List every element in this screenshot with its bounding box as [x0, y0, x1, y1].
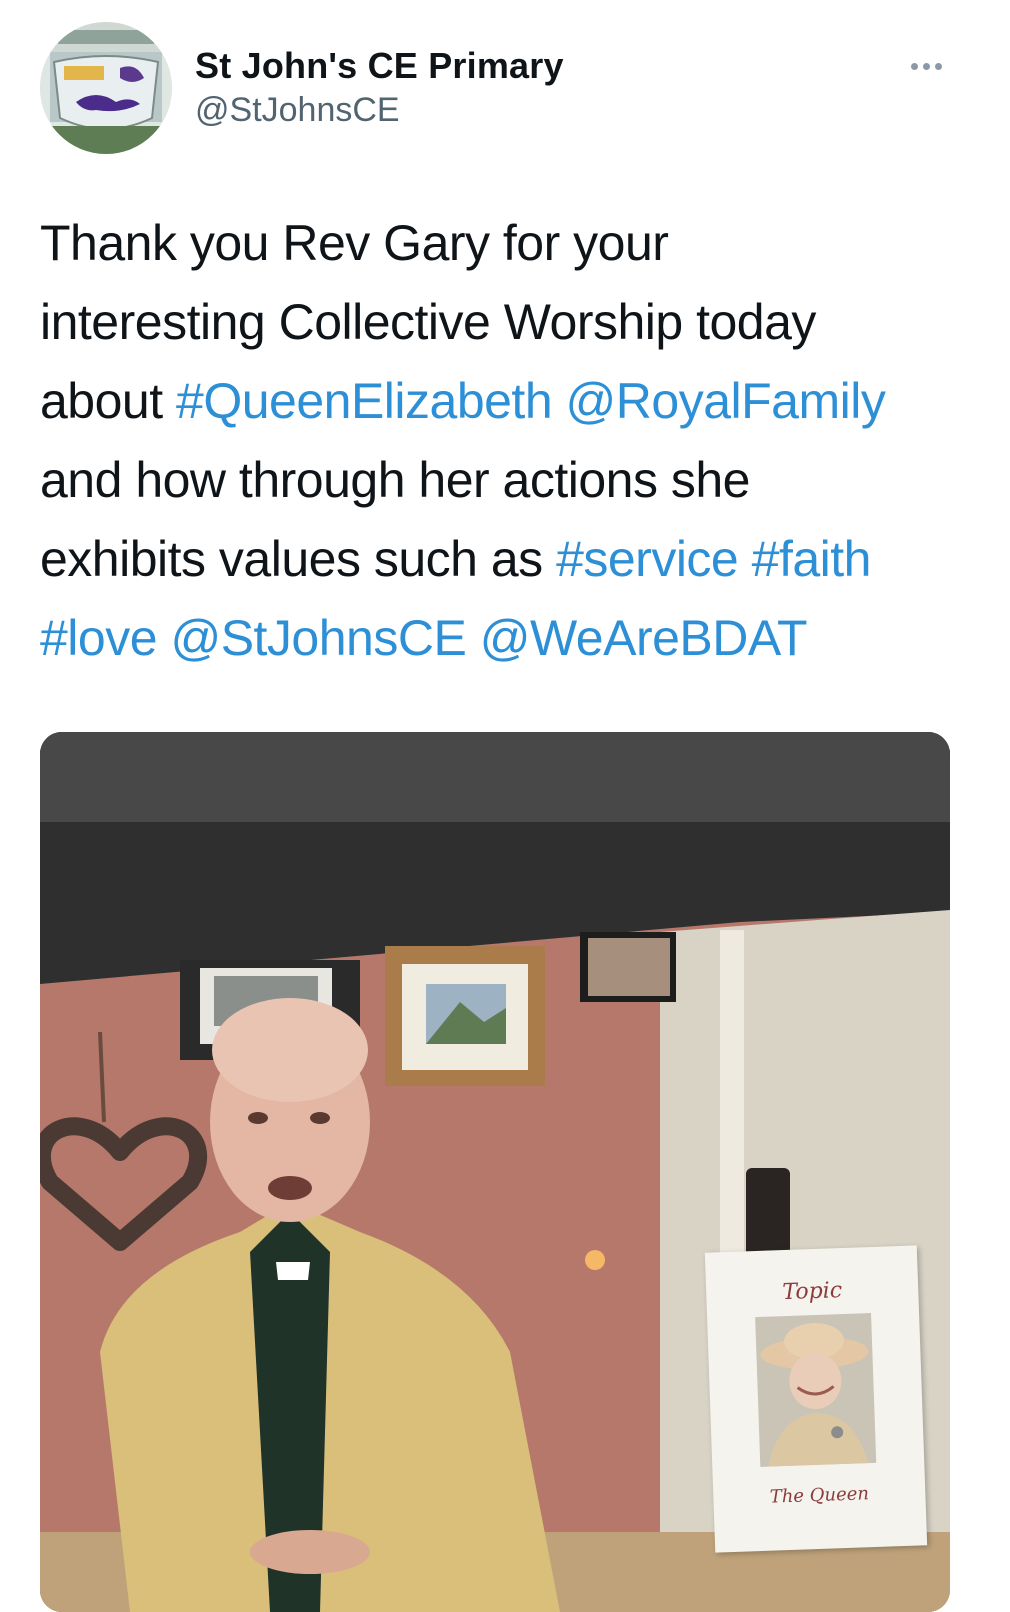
queen-portrait	[755, 1313, 877, 1467]
hashtag-link[interactable]: #faith	[752, 531, 872, 587]
author-block[interactable]: St John's CE Primary @StJohnsCE	[195, 44, 564, 132]
tweet-text-segment: and how through her actions she	[40, 452, 751, 508]
mention-link[interactable]: @RoyalFamily	[566, 373, 886, 429]
school-logo-avatar	[40, 22, 172, 154]
more-horizontal-icon[interactable]	[896, 56, 956, 76]
tweet-text-line: #love @StJohnsCE @WeAreBDAT	[40, 599, 980, 678]
avatar[interactable]	[40, 22, 172, 154]
more-dot	[910, 62, 918, 70]
tweet-header: St John's CE Primary @StJohnsCE	[0, 0, 1010, 190]
topic-card-footer: The Queen	[769, 1483, 870, 1508]
tweet-text-segment	[157, 610, 170, 666]
tweet-text-segment: Thank you Rev Gary for your	[40, 215, 669, 271]
mention-link[interactable]: @StJohnsCE	[170, 610, 466, 666]
topic-card: Topic The Queen	[704, 1245, 928, 1553]
hashtag-link[interactable]: #service	[556, 531, 739, 587]
hashtag-link[interactable]: #love	[40, 610, 158, 666]
mention-link[interactable]: @WeAreBDAT	[480, 610, 808, 666]
tweet-text: Thank you Rev Gary for your interesting C…	[40, 204, 980, 678]
display-name[interactable]: St John's CE Primary	[195, 44, 564, 88]
hashtag-link[interactable]: #QueenElizabeth	[176, 373, 553, 429]
queen-photo	[755, 1313, 877, 1467]
tweet-text-line: and how through her actions she	[40, 441, 980, 520]
tweet-media-photo[interactable]: Topic The Queen	[40, 732, 950, 1612]
tweet-text-line: interesting Collective Worship today	[40, 283, 980, 362]
more-dot	[934, 62, 942, 70]
tweet-text-segment	[552, 373, 565, 429]
tweet-text-segment: exhibits values such as	[40, 531, 557, 587]
author-handle[interactable]: @StJohnsCE	[195, 88, 564, 132]
tweet-text-segment: about	[40, 373, 177, 429]
tweet-text-line: Thank you Rev Gary for your	[40, 204, 980, 283]
tweet-text-segment	[738, 531, 751, 587]
tweet-text-segment	[466, 610, 479, 666]
more-dot	[922, 62, 930, 70]
tweet-text-segment: interesting Collective Worship today	[40, 294, 816, 350]
tweet-text-line: about #QueenElizabeth @RoyalFamily	[40, 362, 980, 441]
topic-card-label: Topic	[782, 1278, 843, 1306]
tweet-text-line: exhibits values such as #service #faith	[40, 520, 980, 599]
